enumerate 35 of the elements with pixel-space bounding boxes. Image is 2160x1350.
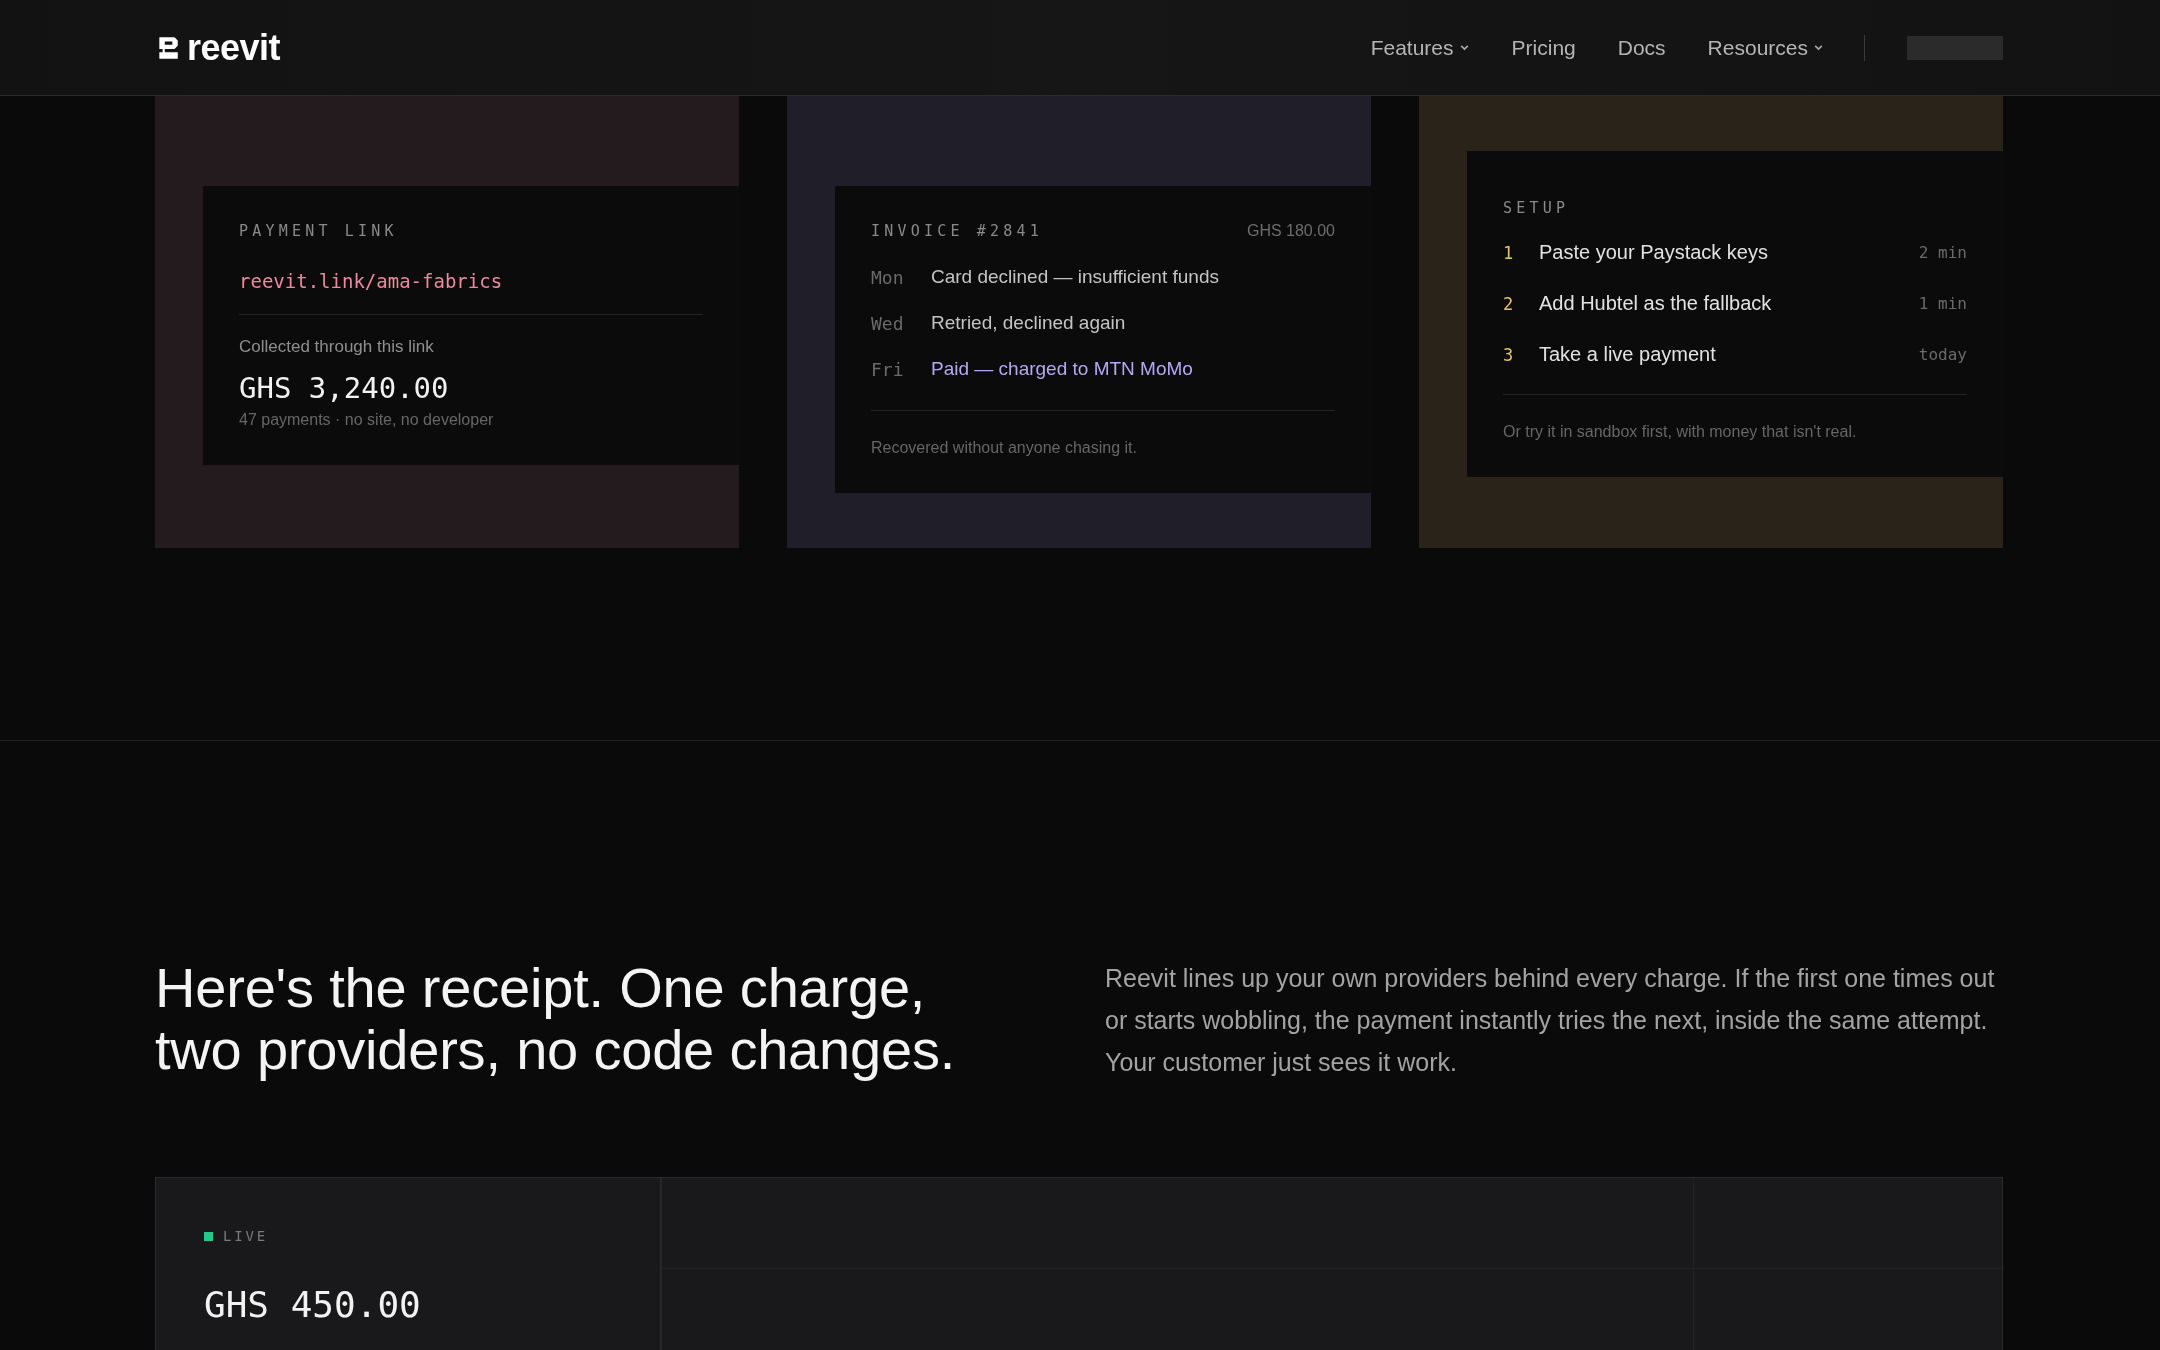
nav-link[interactable]: Features [1370, 35, 1470, 60]
event-text: Card declined — insufficient funds [931, 266, 1219, 288]
amount: GHS 450.00 [204, 1284, 422, 1325]
step-text: Paste your Paystack keys [1539, 241, 1769, 264]
invoice-total: GHS 180.00 [1246, 222, 1335, 240]
nav-link[interactable]: Docs [1617, 35, 1666, 60]
panel-label: PAYMENT LINK [239, 222, 399, 240]
event-text: Paid — charged to MTN MoMo [931, 358, 1193, 380]
section-text: Reevit lines up your own providers behind every charge. If the first one times out or starts wobbling, the payment instantly tries the next, inside the same attempt. Your customer just sees it work. [1105, 963, 1996, 1078]
step-number: 3 [1503, 344, 1515, 365]
event-day: Mon [871, 266, 931, 288]
event-day: Fri [871, 358, 931, 380]
caption: Collected through this link [239, 337, 435, 357]
invoice-label: INVOICE #2841 [871, 222, 1043, 240]
panel-label: SETUP [1503, 199, 1571, 217]
step-time: 2 min [1918, 243, 1967, 262]
step-text: Add Hubtel as the fallback [1539, 292, 1773, 315]
note: 47 payments · no site, no developer [239, 411, 495, 429]
event-day: Wed [871, 312, 931, 334]
note: Recovered without anyone chasing it. [871, 439, 1138, 457]
event-text: Retried, declined again [931, 312, 1126, 334]
step-text: Take a live payment [1539, 343, 1717, 366]
step-number: 1 [1503, 242, 1515, 263]
step-time: 1 min [1918, 294, 1967, 313]
status-label: LIVE [223, 1228, 268, 1244]
step-time: today [1918, 345, 1967, 364]
payment-link[interactable]: reevit.link/ama-fabrics [239, 270, 703, 292]
section-heading: Here's the receipt. One charge, two providers, no code changes. [155, 957, 957, 1083]
step-number: 2 [1503, 293, 1515, 314]
nav-link[interactable]: Pricing [1511, 35, 1576, 60]
nav-link[interactable]: Resources [1707, 35, 1824, 60]
note: Or try it in sandbox first, with money that isn't real. [1503, 423, 1858, 441]
button-placeholder[interactable] [1907, 35, 2003, 60]
logo-text[interactable]: reevit [187, 26, 281, 69]
amount: GHS 3,240.00 [239, 371, 450, 405]
